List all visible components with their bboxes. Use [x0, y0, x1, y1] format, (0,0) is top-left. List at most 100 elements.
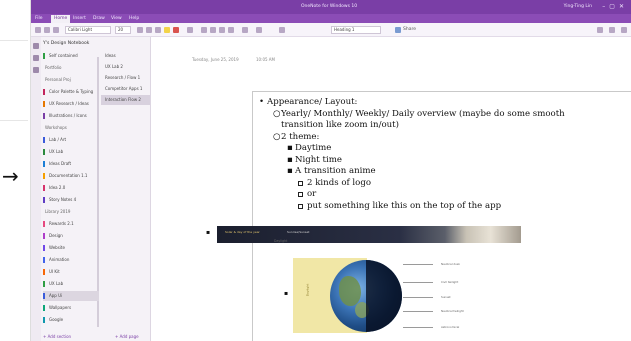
- outline-line[interactable]: 2 kinds of logo: [298, 178, 371, 190]
- font-name-select[interactable]: Calibri Light: [65, 26, 111, 34]
- bullets-icon[interactable]: [201, 27, 207, 33]
- bold-icon[interactable]: [137, 27, 143, 33]
- delete-icon[interactable]: [256, 27, 262, 33]
- section-item[interactable]: Website: [43, 243, 99, 253]
- section-item[interactable]: Google: [43, 315, 99, 325]
- recent-icon[interactable]: [33, 67, 39, 73]
- undo-icon[interactable]: [35, 27, 41, 33]
- section-item[interactable]: Ideas Draft: [43, 159, 99, 169]
- more-icon[interactable]: [609, 27, 615, 33]
- font-color-icon[interactable]: [173, 27, 179, 33]
- arrow-right-icon: →: [2, 164, 19, 188]
- outdent-icon[interactable]: [219, 27, 225, 33]
- continent-shape: [339, 276, 361, 306]
- outline-line[interactable]: transition like zoom in/out): [281, 120, 399, 132]
- outline-text: Night time: [295, 154, 342, 165]
- section-color-tab: [43, 257, 45, 263]
- section-color-tab: [43, 53, 45, 59]
- align-icon[interactable]: [242, 27, 248, 33]
- user-name[interactable]: Ying-Ting Lin: [564, 4, 592, 9]
- share-label[interactable]: Share: [403, 27, 416, 32]
- outline-line[interactable]: ▪ A transition anime: [287, 166, 376, 178]
- add-page-button[interactable]: + Add page: [115, 334, 139, 339]
- outline-line[interactable]: ▪ Daytime: [287, 143, 331, 155]
- italic-icon[interactable]: [146, 27, 152, 33]
- notebook-selector[interactable]: Y's Design Notebook: [43, 41, 89, 46]
- font-size-select[interactable]: 20: [115, 26, 131, 34]
- section-color-tab: [43, 233, 45, 239]
- earth-daylight-image[interactable]: Daylight: [293, 258, 441, 333]
- format-painter-icon[interactable]: [53, 27, 59, 33]
- checkbox-icon[interactable]: [298, 203, 303, 209]
- ribbon-toolbar: Calibri Light 20 Heading 1 Share: [31, 23, 631, 37]
- bullet-marker: ○: [273, 131, 281, 142]
- menu-insert[interactable]: Insert: [73, 16, 86, 21]
- section-label: Library 2019: [45, 209, 71, 214]
- section-item[interactable]: Documentation 1.1: [43, 171, 99, 181]
- add-section-button[interactable]: + Add section: [43, 334, 71, 339]
- section-item[interactable]: Wallpapers: [43, 303, 99, 313]
- outline-text: Appearance/ Layout:: [267, 97, 358, 107]
- page-time: 10:05 AM: [256, 57, 275, 62]
- section-group[interactable]: Library 2019: [43, 207, 99, 217]
- clear-format-icon[interactable]: [187, 27, 193, 33]
- menu-file[interactable]: File: [35, 16, 43, 21]
- section-item[interactable]: Color Palette & Typing: [43, 87, 99, 97]
- style-select[interactable]: Heading 1: [331, 26, 381, 34]
- page-item[interactable]: UX Lab 2: [101, 62, 150, 72]
- page-item[interactable]: Research / Flow 1: [101, 73, 150, 83]
- section-item[interactable]: Lab / Art: [43, 135, 99, 145]
- section-item[interactable]: UX Lab: [43, 147, 99, 157]
- section-item[interactable]: Illustrations / Icons: [43, 111, 99, 121]
- outline-line[interactable]: • Appearance/ Layout:: [259, 97, 358, 109]
- window-controls[interactable]: –▢✕: [602, 3, 628, 10]
- section-item[interactable]: Self contained: [43, 51, 99, 61]
- section-group[interactable]: Personal Proj: [43, 75, 99, 85]
- menu-help[interactable]: Help: [129, 16, 139, 21]
- timeline-image[interactable]: Solar & day of the year Sunrise/Sunset: [217, 226, 521, 243]
- section-item[interactable]: Idea 2.0: [43, 183, 99, 193]
- section-item[interactable]: Animation: [43, 255, 99, 265]
- section-item[interactable]: UI Kit: [43, 267, 99, 277]
- search-icon[interactable]: [33, 55, 39, 61]
- section-label: UX Research / Ideas: [49, 101, 89, 106]
- menu-view[interactable]: View: [111, 16, 122, 21]
- outline-line[interactable]: or: [298, 189, 316, 201]
- highlight-icon[interactable]: [164, 27, 170, 33]
- section-color-tab: [43, 101, 45, 107]
- section-item[interactable]: UX Research / Ideas: [43, 99, 99, 109]
- checkbox-icon[interactable]: [298, 192, 303, 197]
- section-color-tab: [43, 281, 45, 287]
- section-item[interactable]: Story Notes 4: [43, 195, 99, 205]
- section-group[interactable]: Workshops: [43, 123, 99, 133]
- checkbox-tag-icon[interactable]: [279, 27, 285, 33]
- menu-home[interactable]: Home: [51, 15, 71, 23]
- indent-icon[interactable]: [228, 27, 234, 33]
- numbering-icon[interactable]: [210, 27, 216, 33]
- clipboard-icon[interactable]: [44, 27, 50, 33]
- outline-line[interactable]: ▪ Night time: [287, 154, 342, 167]
- page-item[interactable]: Competitor Apps 1: [101, 84, 150, 94]
- checkbox-icon[interactable]: [298, 180, 303, 186]
- section-group[interactable]: Portfolio: [43, 63, 99, 73]
- section-item[interactable]: UX Lab: [43, 279, 99, 289]
- settings-icon[interactable]: [597, 27, 603, 33]
- notebooks-icon[interactable]: [33, 43, 39, 49]
- page-item[interactable]: Interaction Flow 2: [101, 95, 150, 105]
- underline-icon[interactable]: [155, 27, 161, 33]
- section-label: Design: [49, 233, 63, 238]
- section-item[interactable]: Design: [43, 231, 99, 241]
- section-item[interactable]: App Ui: [43, 291, 99, 301]
- tag-icon[interactable]: [395, 27, 401, 33]
- label-leader-line: [403, 311, 433, 312]
- outline-line[interactable]: put something like this on the top of th…: [298, 201, 501, 213]
- page-item[interactable]: Ideas: [101, 51, 150, 61]
- section-item[interactable]: Rewards 2.1: [43, 219, 99, 229]
- expand-icon[interactable]: [621, 27, 627, 33]
- bullet-marker: ▪: [287, 154, 293, 165]
- section-color-tab: [43, 161, 45, 167]
- menu-draw[interactable]: Draw: [93, 16, 105, 21]
- outline-line[interactable]: ○ 2 theme:: [273, 132, 319, 144]
- section-label: Idea 2.0: [49, 185, 66, 190]
- outline-line[interactable]: ○ Yearly/ Monthly/ Weekly/ Daily overview…: [273, 109, 565, 121]
